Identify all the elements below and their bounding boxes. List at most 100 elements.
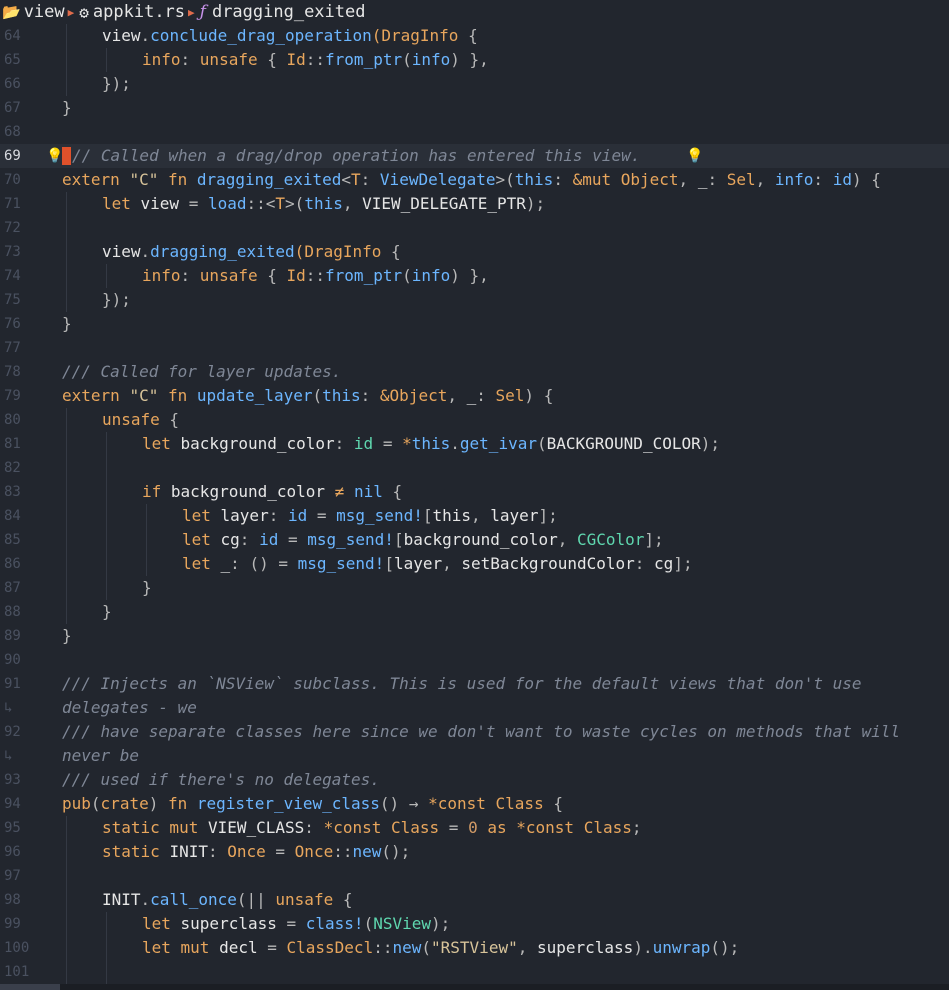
code-token: : [813, 170, 833, 189]
code-token: : [334, 434, 354, 453]
code-line[interactable]: 93 /// used if there's no delegates. [0, 768, 949, 792]
code-text: } [62, 312, 72, 336]
code-line[interactable]: 84 let layer: id = msg_send![this, layer]… [0, 504, 949, 528]
breadcrumb-item[interactable]: 📂 view [2, 2, 65, 22]
code-line[interactable]: 86 let _: () = msg_send![layer, setBackgr… [0, 552, 949, 576]
code-line[interactable]: 77 [0, 336, 949, 360]
code-token: call_once [150, 890, 237, 909]
line-number: 81 [4, 436, 21, 452]
code-text: static INIT: Once = Once::new(); [102, 840, 410, 864]
code-token: , [447, 386, 467, 405]
code-text: let layer: id = msg_send![this, layer]; [182, 504, 558, 528]
code-token: view [102, 242, 141, 261]
code-token: ]; [673, 554, 693, 573]
code-token: . [450, 434, 460, 453]
code-text: INIT.call_once(|| unsafe { [102, 888, 352, 912]
code-line[interactable]: 99 let superclass = class!(NSView); [0, 912, 949, 936]
line-number: 64 [4, 28, 21, 44]
lightbulb-icon[interactable]: 💡 [46, 144, 63, 168]
code-token: ). [633, 938, 653, 957]
line-number: 87 [4, 580, 21, 596]
line-number: 98 [4, 892, 21, 908]
code-line[interactable]: 75}); [0, 288, 949, 312]
code-token: ]; [644, 530, 664, 549]
code-line[interactable]: 98 INIT.call_once(|| unsafe { [0, 888, 949, 912]
code-line[interactable]: 87} [0, 576, 949, 600]
lightbulb-icon[interactable]: 💡 [686, 144, 703, 168]
indent-guide [106, 456, 107, 480]
code-line[interactable]: ↳ delegates - we [0, 696, 949, 720]
code-line[interactable]: 74 info: unsafe { Id::from_ptr(info) }, [0, 264, 949, 288]
indent-guide [106, 912, 107, 936]
code-line[interactable]: 91 /// Injects an `NSView` subclass. This… [0, 672, 949, 696]
code-editor[interactable]: 64 view.conclude_drag_operation(DragInfo … [0, 24, 949, 984]
code-token: dragging_exited [196, 170, 342, 189]
code-token: id [832, 170, 852, 189]
code-text: /// Injects an `NSView` subclass. This i… [62, 672, 862, 696]
code-token: = [373, 434, 403, 453]
code-line[interactable]: 69 💡 // Called when a drag/drop operation … [0, 144, 949, 168]
code-token: , [442, 554, 462, 573]
code-token: ) }, [450, 266, 489, 285]
code-line[interactable]: 92 /// have separate classes here since w… [0, 720, 949, 744]
breadcrumb-item[interactable]: ⚙ appkit.rs [79, 2, 185, 22]
code-text: let mut decl = ClassDecl::new("RSTView",… [142, 936, 739, 960]
code-token: INIT [169, 842, 208, 861]
code-line[interactable]: 76} [0, 312, 949, 336]
indent-guide [66, 888, 67, 912]
code-token: : [553, 170, 573, 189]
code-line[interactable]: 68 [0, 120, 949, 144]
code-token: /// Called for layer updates. [62, 362, 342, 381]
code-line[interactable]: 89} [0, 624, 949, 648]
code-token: ≠ [325, 482, 354, 501]
code-text: /// Called for layer updates. [62, 360, 341, 384]
code-line[interactable]: 65 info: unsafe { Id::from_ptr(info) }, [0, 48, 949, 72]
code-token: new [352, 842, 382, 861]
line-number: 96 [4, 844, 21, 860]
breadcrumb-item[interactable]: ƒ dragging_exited [200, 2, 366, 22]
code-token: :: [305, 50, 326, 69]
code-line[interactable]: 85 let cg: id = msg_send![background_colo… [0, 528, 949, 552]
code-line[interactable]: 96 static INIT: Once = Once::new(); [0, 840, 949, 864]
code-line[interactable]: 66}); [0, 72, 949, 96]
code-line[interactable]: 83 if background_color ≠ nil { [0, 480, 949, 504]
code-line[interactable]: 90 [0, 648, 949, 672]
indent-guide [146, 504, 147, 528]
code-token: Object [620, 170, 679, 189]
code-token: Class [495, 794, 544, 813]
line-number: 68 [4, 124, 21, 140]
code-line[interactable]: ↳ never be [0, 744, 949, 768]
code-token: *const [323, 818, 391, 837]
code-token: unsafe [199, 266, 258, 285]
code-line[interactable]: 67} [0, 96, 949, 120]
code-text: let superclass = class!(NSView); [142, 912, 450, 936]
code-token: msg_send! [297, 554, 385, 573]
code-line[interactable]: 81 let background_color: id = *this.get_i… [0, 432, 949, 456]
code-token: static mut [102, 818, 208, 837]
code-token: let mut [142, 938, 220, 957]
code-token: (|| [236, 890, 276, 909]
code-line[interactable]: 100 let mut decl = ClassDecl::new("RSTVie… [0, 936, 949, 960]
code-line[interactable]: 97 [0, 864, 949, 888]
code-line[interactable]: 82 [0, 456, 949, 480]
code-token: crate [100, 794, 149, 813]
code-line[interactable]: 64 view.conclude_drag_operation(DragInfo … [0, 24, 949, 48]
code-line[interactable]: 73 view.dragging_exited(DragInfo { [0, 240, 949, 264]
line-number: 94 [4, 796, 21, 812]
code-line[interactable]: 88} [0, 600, 949, 624]
code-line[interactable]: 101 [0, 960, 949, 984]
code-token: : [360, 170, 380, 189]
code-token: never be [62, 746, 140, 765]
code-token: = [179, 194, 208, 213]
code-token: >( [285, 194, 305, 213]
code-line[interactable]: 95 static mut VIEW_CLASS: *const Class = … [0, 816, 949, 840]
code-line[interactable]: 71 let view = load::<T>(this, VIEW_DELEGA… [0, 192, 949, 216]
code-line[interactable]: 94 pub(crate) fn register_view_class() → … [0, 792, 949, 816]
code-token: :: [305, 266, 326, 285]
code-line[interactable]: 80 unsafe { [0, 408, 949, 432]
code-line[interactable]: 72 [0, 216, 949, 240]
code-line[interactable]: 70 extern "C" fn dragging_exited<T: ViewD… [0, 168, 949, 192]
code-line[interactable]: 79 extern "C" fn update_layer(this: &Obje… [0, 384, 949, 408]
code-token: : [180, 50, 200, 69]
code-line[interactable]: 78 /// Called for layer updates. [0, 360, 949, 384]
